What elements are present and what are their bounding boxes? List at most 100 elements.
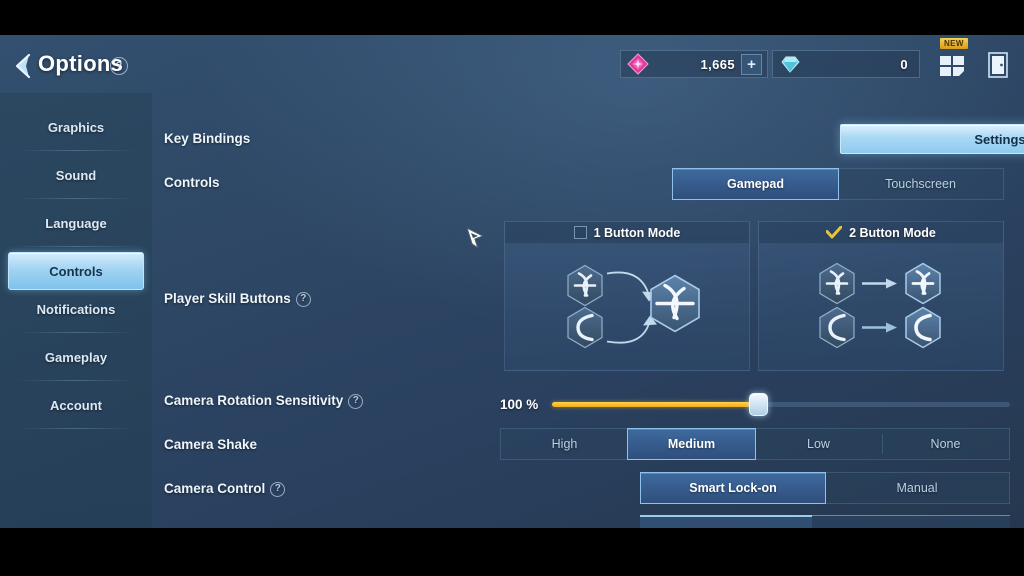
camera-control-option-manual[interactable]: Manual [825,473,1009,503]
options-stage: Options ? 1,665 + 0 NEW Graphics Sound L… [0,35,1024,528]
help-icon[interactable]: ? [348,393,364,409]
skill-mode-1-button[interactable]: 1 Button Mode [504,221,750,371]
sidebar-item-sound[interactable]: Sound [0,151,152,199]
checkmark-icon[interactable] [826,226,843,239]
exit-button[interactable] [984,49,1012,81]
option-label: Medium [667,437,716,451]
label-player-skill-buttons: Player Skill Buttons? [164,291,311,307]
currency-crystal[interactable]: 1,665 + [620,50,768,78]
label-camera-shake: Camera Shake [164,437,257,452]
skill-icon-row2-target [905,306,941,349]
camera-shake-segmented-control: High Medium Low None [500,428,1010,460]
option-label: Manual [896,481,938,495]
sidebar-item-gameplay[interactable]: Gameplay [0,333,152,381]
next-row-partial[interactable] [640,515,1010,528]
help-icon[interactable]: ? [270,481,286,497]
controls-option-touchscreen[interactable]: Touchscreen [838,169,1003,199]
sidebar-item-label: Graphics [47,119,105,135]
crystal-gem-icon [627,53,649,75]
one-button-merge-diagram [567,264,700,349]
skill-mode-2-button[interactable]: 2 Button Mode [758,221,1004,371]
label-text: Camera Shake [164,437,258,452]
option-label: Gamepad [727,177,784,191]
currency-bar: 1,665 + 0 [620,50,920,78]
sidebar-item-label: Gameplay [44,349,108,365]
skill-mode-title: 2 Button Mode [849,225,936,240]
arrow-row1 [862,278,897,289]
settings-button-label: Settings [974,131,1024,147]
grid-menu-button[interactable]: NEW [936,38,968,81]
label-text: Key Bindings [164,131,251,146]
controls-segmented-control: Gamepad Touchscreen [672,168,1004,200]
game-screen: Options ? 1,665 + 0 NEW Graphics Sound L… [0,0,1024,576]
diamond-gem-icon [781,56,800,73]
skill-icon-small-1 [567,264,603,307]
sidebar: Graphics Sound Language Controls Notific… [0,93,152,528]
label-controls: Controls [164,175,220,190]
skill-mode-2-header: 2 Button Mode [759,222,1003,243]
label-camera-control: Camera Control? [164,481,286,497]
header: Options ? 1,665 + 0 NEW [0,35,1024,93]
new-badge: NEW [940,38,968,49]
skill-icon-small-2 [567,306,603,349]
sidebar-item-language[interactable]: Language [0,199,152,247]
skill-icon-row1-source [819,262,855,305]
currency-diamond-value: 0 [900,56,908,72]
slider-value-label: 100 % [500,396,539,412]
checkbox-unchecked-icon[interactable] [573,226,587,239]
skill-icon-row1-target [905,262,941,305]
sidebar-item-label: Language [45,215,107,231]
camera-shake-option-medium[interactable]: Medium [627,428,756,460]
settings-button[interactable]: Settings [840,124,1024,154]
grid-menu-icon [940,56,964,76]
content-panel: Key Bindings Settings Controls Gamepad T… [152,93,1024,528]
slider-fill [552,401,759,407]
currency-diamond[interactable]: 0 [772,50,920,78]
camera-shake-option-high[interactable]: High [501,429,628,459]
sidebar-item-label: Sound [55,167,97,183]
label-text: Controls [164,175,220,190]
camera-shake-option-none[interactable]: None [882,429,1009,459]
back-button[interactable] [10,51,36,81]
help-icon[interactable]: ? [295,291,311,307]
letterbox-bottom [0,528,1024,576]
camera-shake-option-low[interactable]: Low [755,429,882,459]
option-label: High [551,437,578,451]
sidebar-item-account[interactable]: Account [0,381,152,429]
skill-mode-1-diagram [505,243,749,370]
exit-door-icon [988,52,1008,78]
camera-control-segmented-control: Smart Lock-on Manual [640,472,1010,504]
camera-control-option-smart-lock-on[interactable]: Smart Lock-on [640,472,826,504]
option-label: Touchscreen [885,177,956,191]
slider-track[interactable] [552,392,1010,416]
skill-mode-1-header: 1 Button Mode [505,222,749,243]
arrow-row2 [862,322,897,333]
slider-handle[interactable] [748,392,768,416]
camera-sensitivity-slider-row: 100 % [500,390,1010,418]
sidebar-item-label: Notifications [36,301,116,317]
skill-mode-panels: 1 Button Mode 2 Button Mode [504,221,1004,371]
label-text: Camera Control [164,481,266,496]
help-icon[interactable]: ? [110,57,128,75]
chevron-left-icon [15,53,31,79]
two-button-map-diagram [819,262,941,349]
label-camera-rotation-sensitivity: Camera Rotation Sensitivity? [164,393,364,409]
skill-mode-2-diagram [759,243,1003,370]
sidebar-item-notifications[interactable]: Notifications [0,285,152,333]
next-row-active-segment[interactable] [640,515,812,528]
sidebar-item-graphics[interactable]: Graphics [0,103,152,151]
sidebar-item-label: Controls [49,263,103,279]
skill-mode-title: 1 Button Mode [593,225,681,240]
label-text: Camera Rotation Sensitivity [164,393,344,408]
currency-crystal-value: 1,665 [700,56,735,72]
controls-option-gamepad[interactable]: Gamepad [672,168,839,200]
letterbox-top [0,0,1024,35]
currency-add-button[interactable]: + [741,53,762,75]
sidebar-item-label: Account [50,397,102,413]
label-key-bindings: Key Bindings [164,131,250,146]
skill-icon-merged [650,274,700,333]
option-label: Low [807,437,830,451]
option-label: None [930,437,961,451]
skill-icon-row2-source [819,306,855,349]
